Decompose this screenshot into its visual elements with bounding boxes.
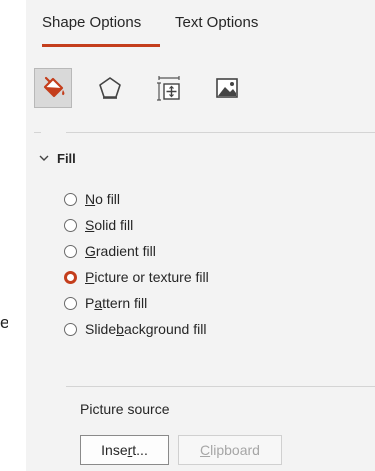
picture-icon bbox=[216, 78, 238, 98]
category-divider bbox=[66, 132, 375, 133]
gradient-fill-option[interactable]: Gradient fill bbox=[64, 241, 156, 261]
tab-shape-options[interactable]: Shape Options bbox=[42, 14, 141, 31]
options-divider bbox=[66, 386, 375, 387]
size-properties-category-button[interactable] bbox=[150, 68, 188, 108]
gradient-fill-label: Gradient fill bbox=[85, 243, 156, 259]
category-divider-left bbox=[34, 132, 41, 133]
pentagon-icon bbox=[99, 77, 121, 99]
clipboard-button[interactable]: Clipboard bbox=[178, 435, 282, 465]
slide-background-fill-option[interactable]: Slide b ackground fill bbox=[64, 319, 206, 339]
effects-category-button[interactable] bbox=[91, 68, 129, 108]
no-fill-label: No fill bbox=[85, 191, 121, 207]
slide-background-fill-radio[interactable] bbox=[64, 322, 77, 336]
solid-fill-label: Solid fill bbox=[85, 217, 134, 233]
picture-texture-fill-radio[interactable] bbox=[64, 270, 77, 284]
picture-source-label: Picture source bbox=[80, 401, 170, 417]
active-tab-indicator bbox=[42, 44, 160, 47]
solid-fill-option[interactable]: Solid fill bbox=[64, 215, 133, 235]
no-fill-radio[interactable] bbox=[64, 192, 77, 206]
insert-button[interactable]: Inse r t... bbox=[80, 435, 169, 465]
format-shape-pane: Shape Options Text Options Fill N o fill… bbox=[26, 0, 375, 471]
picture-texture-fill-option[interactable]: Picture or texture fill bbox=[64, 267, 209, 287]
slide-background-fill-label: Slide b ackground fill bbox=[85, 321, 207, 337]
pattern-fill-label: Pa ttern fill bbox=[85, 295, 148, 311]
paint-bucket-icon bbox=[43, 76, 65, 98]
chevron-down-icon bbox=[39, 155, 49, 161]
tab-text-options[interactable]: Text Options bbox=[175, 14, 258, 31]
fill-section-header[interactable]: Fill bbox=[38, 148, 76, 168]
pattern-fill-radio[interactable] bbox=[64, 296, 77, 310]
fill-line-category-button[interactable] bbox=[34, 68, 72, 108]
picture-category-button[interactable] bbox=[208, 68, 246, 108]
no-fill-option[interactable]: No fill bbox=[64, 189, 120, 209]
solid-fill-radio[interactable] bbox=[64, 218, 77, 232]
gradient-fill-radio[interactable] bbox=[64, 244, 77, 258]
size-properties-icon bbox=[157, 76, 180, 101]
pattern-fill-option[interactable]: Pa ttern fill bbox=[64, 293, 147, 313]
fill-section-title: Fill bbox=[57, 150, 76, 166]
clipped-edge-text: e bbox=[0, 313, 8, 332]
picture-texture-fill-label: Picture or texture fill bbox=[85, 269, 209, 285]
